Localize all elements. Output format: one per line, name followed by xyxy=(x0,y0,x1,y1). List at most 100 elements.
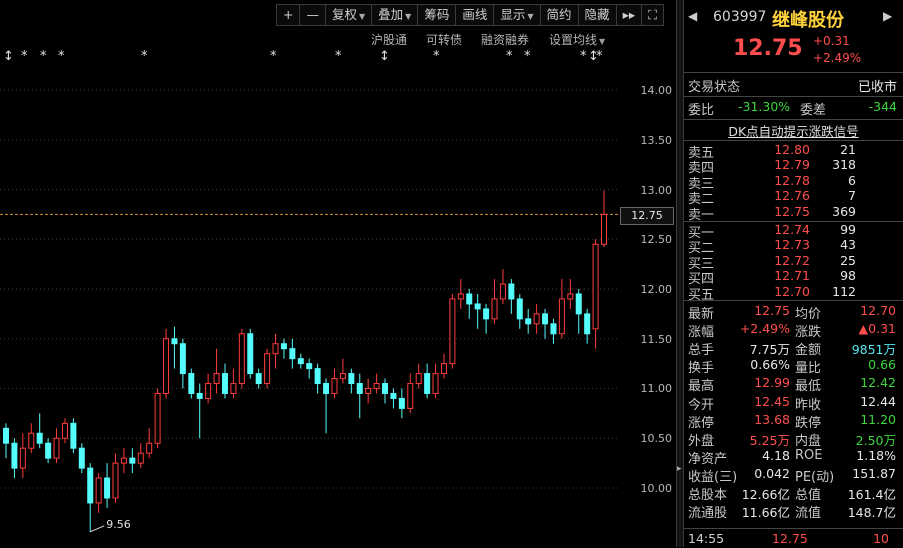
candle-body xyxy=(87,467,94,504)
collapse-arrow-icon[interactable]: ▸ xyxy=(677,464,682,474)
y-axis-label: 12.00 xyxy=(640,283,673,296)
tick-volume: 10 xyxy=(873,531,889,546)
ask-level-volume: 318 xyxy=(832,157,856,173)
stat-label: 外盘 xyxy=(688,433,715,449)
ask-level-row[interactable]: 卖四 12.79 318 xyxy=(684,157,903,176)
bid-level-row[interactable]: 买三 12.72 25 xyxy=(684,253,903,272)
stat-label: 量比 xyxy=(795,361,822,377)
stat-value: 0.66% xyxy=(750,357,790,373)
candle-body xyxy=(230,383,237,394)
y-axis-label: 11.50 xyxy=(640,333,673,346)
stat-value: 12.99 xyxy=(754,375,790,391)
ask-level-price: 12.78 xyxy=(774,172,810,188)
tick-footer: 14:55 12.75 10 xyxy=(684,528,903,548)
candle-body xyxy=(255,373,262,385)
ask-level-row[interactable]: 卖二 12.76 7 xyxy=(684,188,903,207)
stat-label: 涨跌 xyxy=(795,325,822,341)
trade-status-value: 已收市 xyxy=(857,80,897,95)
bid-level-row[interactable]: 买一 12.74 99 xyxy=(684,222,903,241)
stat-label: 今开 xyxy=(688,397,715,413)
back-arrow-icon[interactable]: ◀ xyxy=(688,9,697,23)
candle-body xyxy=(95,477,102,504)
stat-value: 12.66亿 xyxy=(741,487,790,502)
y-axis-label: 14.00 xyxy=(640,84,673,97)
trade-status-row: 交易状态 已收市 xyxy=(684,76,903,95)
candle-body xyxy=(280,343,287,350)
stat-label: 最低 xyxy=(795,379,822,395)
ask-level-price: 12.79 xyxy=(774,157,810,173)
candle-body xyxy=(306,363,313,370)
signal-link[interactable]: DK点自动提示涨跌信号 xyxy=(684,121,903,140)
stat-value: 161.4亿 xyxy=(847,487,896,502)
ask-level-row[interactable]: 卖三 12.78 6 xyxy=(684,172,903,192)
kline-chart-area[interactable]: + — 复权 ▼ 叠加 ▼ 筹码 画线 显示 ▼ 简约 隐藏 ▸▸ ⛶ 沪股通 可转债… xyxy=(0,0,676,547)
candle-body xyxy=(457,293,464,300)
candle-body xyxy=(53,437,60,459)
low-annotation-label: 9.56 xyxy=(106,518,130,531)
bid-level-row[interactable]: 买五 12.70 112 xyxy=(684,283,903,303)
stats-row: 最高 12.99 最低 12.42 xyxy=(684,375,903,395)
candle-body xyxy=(11,442,18,469)
tick-time: 14:55 xyxy=(688,531,725,546)
candle-body xyxy=(356,383,363,394)
candle-body xyxy=(474,303,481,310)
stats-row: 总股本 12.66亿 总值 161.4亿 xyxy=(684,484,903,503)
stat-label: 涨停 xyxy=(688,415,715,431)
stat-value: 13.68 xyxy=(754,411,790,427)
stat-value: 12.70 xyxy=(860,303,896,318)
candle-body xyxy=(483,308,490,320)
y-axis-label: 10.00 xyxy=(640,482,673,495)
candle-body xyxy=(289,348,296,360)
stat-value: 151.87 xyxy=(852,465,896,481)
stat-label: 均价 xyxy=(795,307,822,322)
candle-body xyxy=(188,373,195,394)
stats-row: 外盘 5.25万 内盘 2.50万 xyxy=(684,430,903,449)
bid-level-price: 12.70 xyxy=(774,283,810,299)
stat-value: 9851万 xyxy=(851,342,896,358)
candle-body xyxy=(171,338,178,345)
candle-body xyxy=(19,447,26,469)
candle-body xyxy=(112,462,119,499)
divider xyxy=(684,119,903,120)
candle-body xyxy=(601,213,607,245)
ask-level-label: 卖一 xyxy=(688,207,715,223)
divider xyxy=(684,140,903,141)
candle-body xyxy=(163,338,170,394)
stat-value: 12.75 xyxy=(754,303,790,318)
stat-value: 5.25万 xyxy=(749,432,790,448)
stats-row: 流通股 11.66亿 流值 148.7亿 xyxy=(684,502,903,522)
weicha-value: -344 xyxy=(868,99,897,114)
candle-body xyxy=(196,392,203,399)
candle-body xyxy=(78,447,85,469)
ask-level-price: 12.80 xyxy=(774,142,810,157)
stat-value: 7.75万 xyxy=(749,342,790,358)
stat-label: ROE xyxy=(795,447,823,463)
candle-body xyxy=(499,283,506,300)
stats-row: 涨幅 +2.49% 涨跌 ▲0.31 xyxy=(684,321,903,341)
stats-row: 最新 12.75 均价 12.70 xyxy=(684,303,903,322)
candle-body xyxy=(415,373,422,385)
candle-body xyxy=(491,298,498,320)
stat-value: 12.45 xyxy=(754,393,790,409)
bid-level-price: 12.73 xyxy=(774,237,810,253)
candle-body xyxy=(550,323,557,335)
y-axis-label: 13.00 xyxy=(640,184,673,197)
ask-level-row[interactable]: 卖一 12.75 369 xyxy=(684,204,903,223)
stats-row: 净资产 4.18 ROE 1.18% xyxy=(684,447,903,467)
candle-body xyxy=(45,442,52,459)
stat-label: 内盘 xyxy=(795,433,822,449)
quote-header: ◀ 603997 继峰股份 ▶ 12.75 +0.31 +2.49% xyxy=(684,0,903,73)
last-price: 12.75 xyxy=(733,36,803,61)
bid-level-row[interactable]: 买二 12.73 43 xyxy=(684,237,903,256)
panel-splitter[interactable]: ▸ xyxy=(676,0,684,547)
forward-arrow-icon[interactable]: ▶ xyxy=(883,9,892,23)
bid-level-price: 12.71 xyxy=(774,268,810,284)
bid-level-row[interactable]: 买四 12.71 98 xyxy=(684,268,903,287)
kline-svg: 9.56 xyxy=(0,89,620,533)
candle-body xyxy=(373,383,380,389)
low-annotation-arrow xyxy=(90,525,105,533)
ask-level-row[interactable]: 卖五 12.80 21 xyxy=(684,142,903,161)
fullscreen-icon[interactable]: ⛶ xyxy=(641,4,664,26)
stat-label: 流通股 xyxy=(688,506,728,522)
stats-row: 今开 12.45 昨收 12.44 xyxy=(684,393,903,413)
